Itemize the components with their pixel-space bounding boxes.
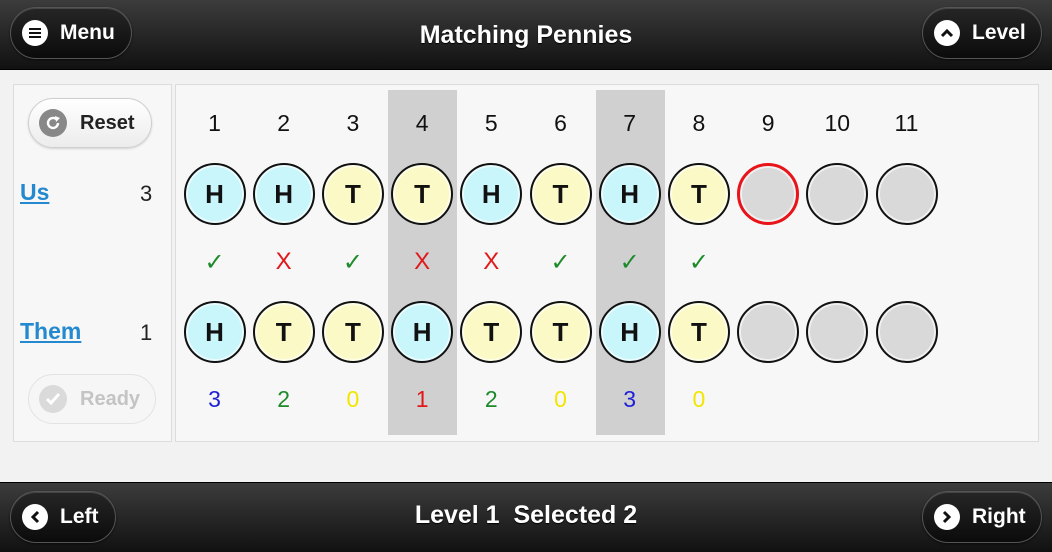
match-check-mark: ✓ <box>550 249 571 276</box>
match-check-mark: ✓ <box>204 249 225 276</box>
round-count: 2 <box>277 386 291 412</box>
us-coin[interactable]: T <box>667 163 730 225</box>
chevron-up-icon <box>934 20 960 46</box>
round-count: 3 <box>208 386 221 412</box>
mismatch-x-mark: X <box>275 248 292 275</box>
us-coin[interactable]: H <box>183 163 246 225</box>
them-coin[interactable]: T <box>529 301 592 363</box>
column-number: 10 <box>824 110 851 136</box>
player-them-link[interactable]: Them <box>20 318 81 345</box>
them-coin[interactable] <box>737 301 800 363</box>
chevron-left-icon <box>22 504 48 530</box>
right-button-label: Right <box>972 505 1026 528</box>
menu-icon <box>22 20 48 46</box>
us-coin[interactable]: H <box>598 163 661 225</box>
us-coin[interactable]: T <box>321 163 384 225</box>
right-button[interactable]: Right <box>922 491 1042 543</box>
round-count: 0 <box>554 386 567 412</box>
us-coin[interactable] <box>806 163 869 225</box>
bottom-bar: Level 1 Selected 2 Left Right <box>0 482 1052 552</box>
check-icon <box>39 385 67 413</box>
column-number: 3 <box>346 110 360 136</box>
column-number: 9 <box>761 110 775 136</box>
column-number: 1 <box>208 110 221 136</box>
column-number: 7 <box>623 110 637 136</box>
reset-icon <box>39 109 67 137</box>
match-check-mark: ✓ <box>688 249 709 276</box>
round-count: 0 <box>346 386 360 412</box>
page-title: Matching Pennies <box>0 0 1052 70</box>
menu-button[interactable]: Menu <box>10 7 132 59</box>
us-coin[interactable]: T <box>391 163 454 225</box>
column-number: 4 <box>415 110 429 136</box>
column-number: 8 <box>692 110 706 136</box>
column-number: 11 <box>894 110 919 136</box>
round-count: 2 <box>484 386 498 412</box>
level-button-label: Level <box>972 21 1026 44</box>
column-number: 6 <box>554 110 567 136</box>
round-count: 0 <box>692 386 706 412</box>
ready-button-label: Ready <box>80 387 141 410</box>
them-coin[interactable] <box>806 301 869 363</box>
them-coin[interactable]: T <box>321 301 384 363</box>
mismatch-x-mark: X <box>414 248 431 275</box>
them-coin[interactable]: H <box>598 301 661 363</box>
status-label: Level 1 Selected 2 <box>414 500 638 529</box>
mismatch-x-mark: X <box>483 248 500 275</box>
left-button[interactable]: Left <box>10 491 116 543</box>
left-button-label: Left <box>60 505 99 528</box>
level-button[interactable]: Level <box>922 7 1042 59</box>
them-coin[interactable]: H <box>391 301 454 363</box>
ready-button[interactable]: Ready <box>28 374 156 424</box>
status-text: Level 1 Selected 2 <box>0 480 1052 550</box>
top-bar: Matching Pennies Menu Level <box>0 0 1052 70</box>
round-count: 3 <box>623 386 637 412</box>
them-coin[interactable] <box>875 301 938 363</box>
them-coin[interactable]: T <box>460 301 523 363</box>
reset-button[interactable]: Reset <box>28 98 152 148</box>
match-check-mark: ✓ <box>342 249 363 276</box>
us-coin[interactable]: H <box>252 163 315 225</box>
round-count: 1 <box>415 386 429 412</box>
us-coin[interactable]: T <box>529 163 592 225</box>
us-score: 3 <box>140 181 153 206</box>
chevron-right-icon <box>934 504 960 530</box>
us-coin[interactable] <box>875 163 938 225</box>
menu-button-label: Menu <box>60 21 115 44</box>
column-number: 5 <box>484 110 498 136</box>
reset-button-label: Reset <box>80 111 135 134</box>
them-coin[interactable]: T <box>667 301 730 363</box>
page-title-text: Matching Pennies <box>419 20 633 49</box>
match-check-mark: ✓ <box>619 249 640 276</box>
them-score: 1 <box>140 320 153 345</box>
them-coin[interactable]: H <box>183 301 246 363</box>
player-us-link[interactable]: Us <box>20 179 49 206</box>
us-coin[interactable] <box>737 163 800 225</box>
column-number: 2 <box>277 110 291 136</box>
us-coin[interactable]: H <box>460 163 523 225</box>
them-coin[interactable]: T <box>252 301 315 363</box>
